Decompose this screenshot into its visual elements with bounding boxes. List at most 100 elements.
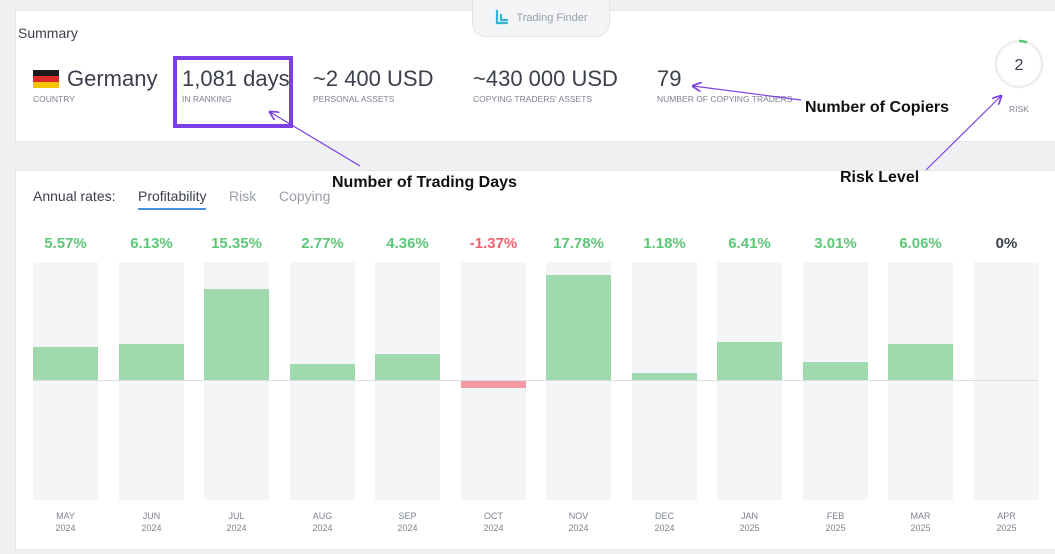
annotation-trading-days: Number of Trading Days <box>332 174 517 191</box>
x-tick-label: JUN 2024 <box>119 510 184 534</box>
x-tick-year: 2024 <box>654 523 675 533</box>
copying-assets-value: ~430 000 USD <box>473 66 618 91</box>
x-tick-year: 2025 <box>910 523 931 533</box>
bar-value-label: 6.13% <box>130 235 173 252</box>
x-tick-label: AUG 2024 <box>290 510 355 534</box>
stat-copiers: 79 NUMBER OF COPYING TRADERS <box>657 66 792 104</box>
x-tick-year: 2025 <box>825 523 846 533</box>
x-tick-year: 2024 <box>397 523 418 533</box>
bar[interactable] <box>119 343 184 380</box>
bar-value-label: -1.37% <box>469 235 518 252</box>
x-tick-month: AUG <box>312 511 333 521</box>
country-label: COUNTRY <box>33 94 75 104</box>
tab-profitability[interactable]: Profitability <box>138 188 207 210</box>
x-tick-label: OCT 2024 <box>461 510 526 534</box>
x-tick-year: 2025 <box>739 523 760 533</box>
x-tick-label: MAY 2024 <box>33 510 98 534</box>
brand-logo: Trading Finder <box>472 0 610 37</box>
annotation-copiers: Number of Copiers <box>805 99 950 116</box>
x-tick-year: 2024 <box>226 523 247 533</box>
x-tick-month: NOV <box>568 511 589 521</box>
risk-label: RISK <box>1009 104 1029 114</box>
x-tick-month: OCT <box>484 511 503 521</box>
bar-value-label: 3.01% <box>814 235 857 252</box>
country-value: Germany <box>67 66 158 91</box>
x-tick-year: 2025 <box>996 523 1017 533</box>
x-tick-year: 2024 <box>483 523 504 533</box>
bar[interactable] <box>204 289 269 380</box>
bar[interactable] <box>717 342 782 380</box>
x-tick-year: 2024 <box>55 523 76 533</box>
risk-gauge[interactable]: 2 <box>993 38 1045 90</box>
bar-value-label: 6.06% <box>899 235 942 252</box>
summary-title: Summary <box>18 25 78 41</box>
x-tick-month: DEC <box>654 511 674 521</box>
bar[interactable] <box>375 354 440 380</box>
bar-column-bg <box>888 262 953 500</box>
stat-ranking: 1,081 days IN RANKING <box>182 66 290 104</box>
stat-copying-assets: ~430 000 USD COPYING TRADERS' ASSETS <box>473 66 618 104</box>
trading-finder-logo-icon <box>496 9 509 25</box>
x-tick-label: DEC 2024 <box>632 510 697 534</box>
bar-column-bg <box>33 262 98 500</box>
x-tick-label: APR 2025 <box>974 510 1039 534</box>
bar[interactable] <box>33 347 98 380</box>
bar-column-bg <box>974 262 1039 500</box>
x-tick-label: NOV 2024 <box>546 510 611 534</box>
x-tick-month: MAY <box>56 511 75 521</box>
x-tick-year: 2024 <box>312 523 333 533</box>
bar-value-label: 17.78% <box>553 235 604 252</box>
tab-risk[interactable]: Risk <box>229 188 256 204</box>
bar[interactable] <box>290 363 355 380</box>
x-tick-month: APR <box>997 511 1016 521</box>
ranking-label: IN RANKING <box>182 94 232 104</box>
bar-column-bg <box>375 262 440 500</box>
zero-line <box>33 380 1038 381</box>
annotation-risk-level: Risk Level <box>840 169 920 186</box>
x-tick-label: JAN 2025 <box>717 510 782 534</box>
bar-column-bg <box>803 262 868 500</box>
bar[interactable] <box>632 373 697 380</box>
bar-value-label: 4.36% <box>386 235 429 252</box>
copiers-label: NUMBER OF COPYING TRADERS <box>657 94 793 104</box>
bar-column-bg <box>717 262 782 500</box>
bar[interactable] <box>888 344 953 380</box>
x-tick-month: JUN <box>142 511 161 521</box>
x-tick-label: JUL 2024 <box>204 510 269 534</box>
risk-gauge-fill <box>1018 39 1028 44</box>
stat-country: Germany COUNTRY <box>33 66 157 104</box>
personal-assets-value: ~2 400 USD <box>313 66 434 91</box>
x-tick-month: SEP <box>398 511 417 521</box>
bar-value-label: 0% <box>995 235 1018 252</box>
tab-copying[interactable]: Copying <box>279 188 330 204</box>
x-tick-label: SEP 2024 <box>375 510 440 534</box>
bar[interactable] <box>803 362 868 380</box>
brand-name: Trading Finder <box>516 12 588 24</box>
bar-value-label: 1.18% <box>643 235 686 252</box>
bar-column-bg <box>632 262 697 500</box>
annual-rates-title: Annual rates: <box>33 188 116 204</box>
x-tick-month: JUL <box>228 511 245 521</box>
x-tick-month: MAR <box>910 511 931 521</box>
x-tick-label: MAR 2025 <box>888 510 953 534</box>
stat-personal-assets: ~2 400 USD PERSONAL ASSETS <box>313 66 433 104</box>
risk-value: 2 <box>1015 57 1024 74</box>
x-tick-month: JAN <box>740 511 758 521</box>
bar-value-label: 6.41% <box>728 235 771 252</box>
personal-assets-label: PERSONAL ASSETS <box>313 94 395 104</box>
germany-flag-icon <box>33 70 59 88</box>
bar[interactable] <box>461 380 526 389</box>
bar-value-label: 15.35% <box>211 235 262 252</box>
bar-column-bg <box>290 262 355 500</box>
copiers-value: 79 <box>657 66 682 91</box>
x-tick-label: FEB 2025 <box>803 510 868 534</box>
bar-value-label: 2.77% <box>301 235 344 252</box>
bar[interactable] <box>546 275 611 380</box>
x-tick-year: 2024 <box>568 523 589 533</box>
ranking-value: 1,081 days <box>182 66 290 91</box>
bar-value-label: 5.57% <box>44 235 87 252</box>
x-tick-month: FEB <box>826 511 845 521</box>
x-tick-year: 2024 <box>141 523 162 533</box>
copying-assets-label: COPYING TRADERS' ASSETS <box>473 94 593 104</box>
bar-column-bg <box>119 262 184 500</box>
